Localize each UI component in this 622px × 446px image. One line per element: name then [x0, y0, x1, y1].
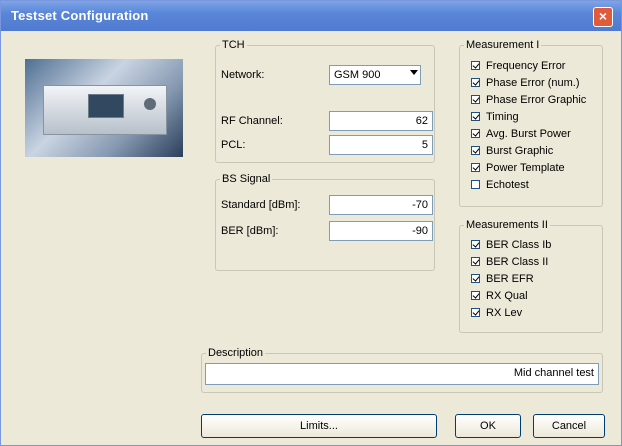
pcl-label: PCL:	[221, 139, 246, 151]
measurement-i-item[interactable]: Echotest	[471, 178, 529, 191]
pcl-input[interactable]: 5	[329, 135, 433, 155]
measurement-ii-checkbox[interactable]	[471, 274, 480, 283]
chevron-down-icon[interactable]	[410, 70, 418, 75]
measurement-ii-label: RX Lev	[486, 306, 523, 319]
network-select[interactable]: GSM 900	[329, 65, 421, 85]
tch-legend: TCH	[222, 39, 245, 51]
device-image	[25, 59, 183, 157]
measurement-ii-label: BER EFR	[486, 272, 534, 285]
device-body	[43, 85, 167, 135]
cancel-button[interactable]: Cancel	[533, 414, 605, 438]
measurement-i-item[interactable]: Avg. Burst Power	[471, 127, 571, 140]
close-icon[interactable]: ×	[593, 7, 613, 27]
measurement-ii-item[interactable]: BER Class Ib	[471, 238, 551, 251]
measurement-ii-label: BER Class II	[486, 255, 549, 268]
measurement-i-label: Echotest	[486, 178, 529, 191]
bs-legend: BS Signal	[222, 173, 271, 185]
measurement-i-checkbox[interactable]	[471, 78, 480, 87]
measurement-i-label: Timing	[486, 110, 519, 123]
measurement-ii-label: RX Qual	[486, 289, 528, 302]
measurement-ii-item[interactable]: BER EFR	[471, 272, 534, 285]
network-value: GSM 900	[334, 69, 381, 81]
dialog-window: Testset Configuration × TCH Network: GSM…	[0, 0, 622, 446]
measurement-i-item[interactable]: Frequency Error	[471, 59, 565, 72]
measurement-i-label: Phase Error Graphic	[486, 93, 587, 106]
ber-input[interactable]: -90	[329, 221, 433, 241]
measurement-i-checkbox[interactable]	[471, 61, 480, 70]
measurement-i-label: Frequency Error	[486, 59, 566, 72]
measurement-ii-checkbox[interactable]	[471, 291, 480, 300]
measurement-i-item[interactable]: Phase Error (num.)	[471, 76, 580, 89]
measurement-ii-legend: Measurements II	[466, 219, 548, 231]
device-screen	[88, 94, 124, 118]
measurement-ii-label: BER Class Ib	[486, 238, 552, 251]
description-input[interactable]: Mid channel test	[205, 363, 599, 385]
measurement-i-item[interactable]: Phase Error Graphic	[471, 93, 586, 106]
measurement-ii-item[interactable]: RX Qual	[471, 289, 528, 302]
measurement-ii-checkbox[interactable]	[471, 240, 480, 249]
rf-channel-input[interactable]: 62	[329, 111, 433, 131]
measurement-i-label: Phase Error (num.)	[486, 76, 580, 89]
measurement-i-label: Power Template	[486, 161, 565, 174]
measurement-i-checkbox[interactable]	[471, 129, 480, 138]
measurement-ii-checkbox[interactable]	[471, 308, 480, 317]
measurement-ii-item[interactable]: BER Class II	[471, 255, 548, 268]
title-bar[interactable]: Testset Configuration ×	[1, 1, 621, 31]
measurement-i-checkbox[interactable]	[471, 146, 480, 155]
measurement-i-checkbox[interactable]	[471, 95, 480, 104]
network-label: Network:	[221, 69, 265, 81]
measurement-ii-checkbox[interactable]	[471, 257, 480, 266]
measurement-i-item[interactable]: Power Template	[471, 161, 565, 174]
device-knob	[144, 98, 156, 110]
measurement-i-item[interactable]: Burst Graphic	[471, 144, 553, 157]
rf-channel-label: RF Channel:	[221, 115, 283, 127]
limits-button[interactable]: Limits...	[201, 414, 437, 438]
standard-input[interactable]: -70	[329, 195, 433, 215]
measurement-i-checkbox[interactable]	[471, 112, 480, 121]
ber-label: BER [dBm]:	[221, 225, 279, 237]
measurement-i-checkbox[interactable]	[471, 180, 480, 189]
ok-button[interactable]: OK	[455, 414, 521, 438]
measurement-i-item[interactable]: Timing	[471, 110, 519, 123]
measurement-i-label: Avg. Burst Power	[486, 127, 571, 140]
measurement-i-checkbox[interactable]	[471, 163, 480, 172]
standard-label: Standard [dBm]:	[221, 199, 301, 211]
measurement-ii-item[interactable]: RX Lev	[471, 306, 522, 319]
window-title: Testset Configuration	[11, 8, 149, 23]
measurement-i-legend: Measurement I	[466, 39, 540, 51]
description-legend: Description	[208, 347, 264, 359]
measurement-i-label: Burst Graphic	[486, 144, 554, 157]
